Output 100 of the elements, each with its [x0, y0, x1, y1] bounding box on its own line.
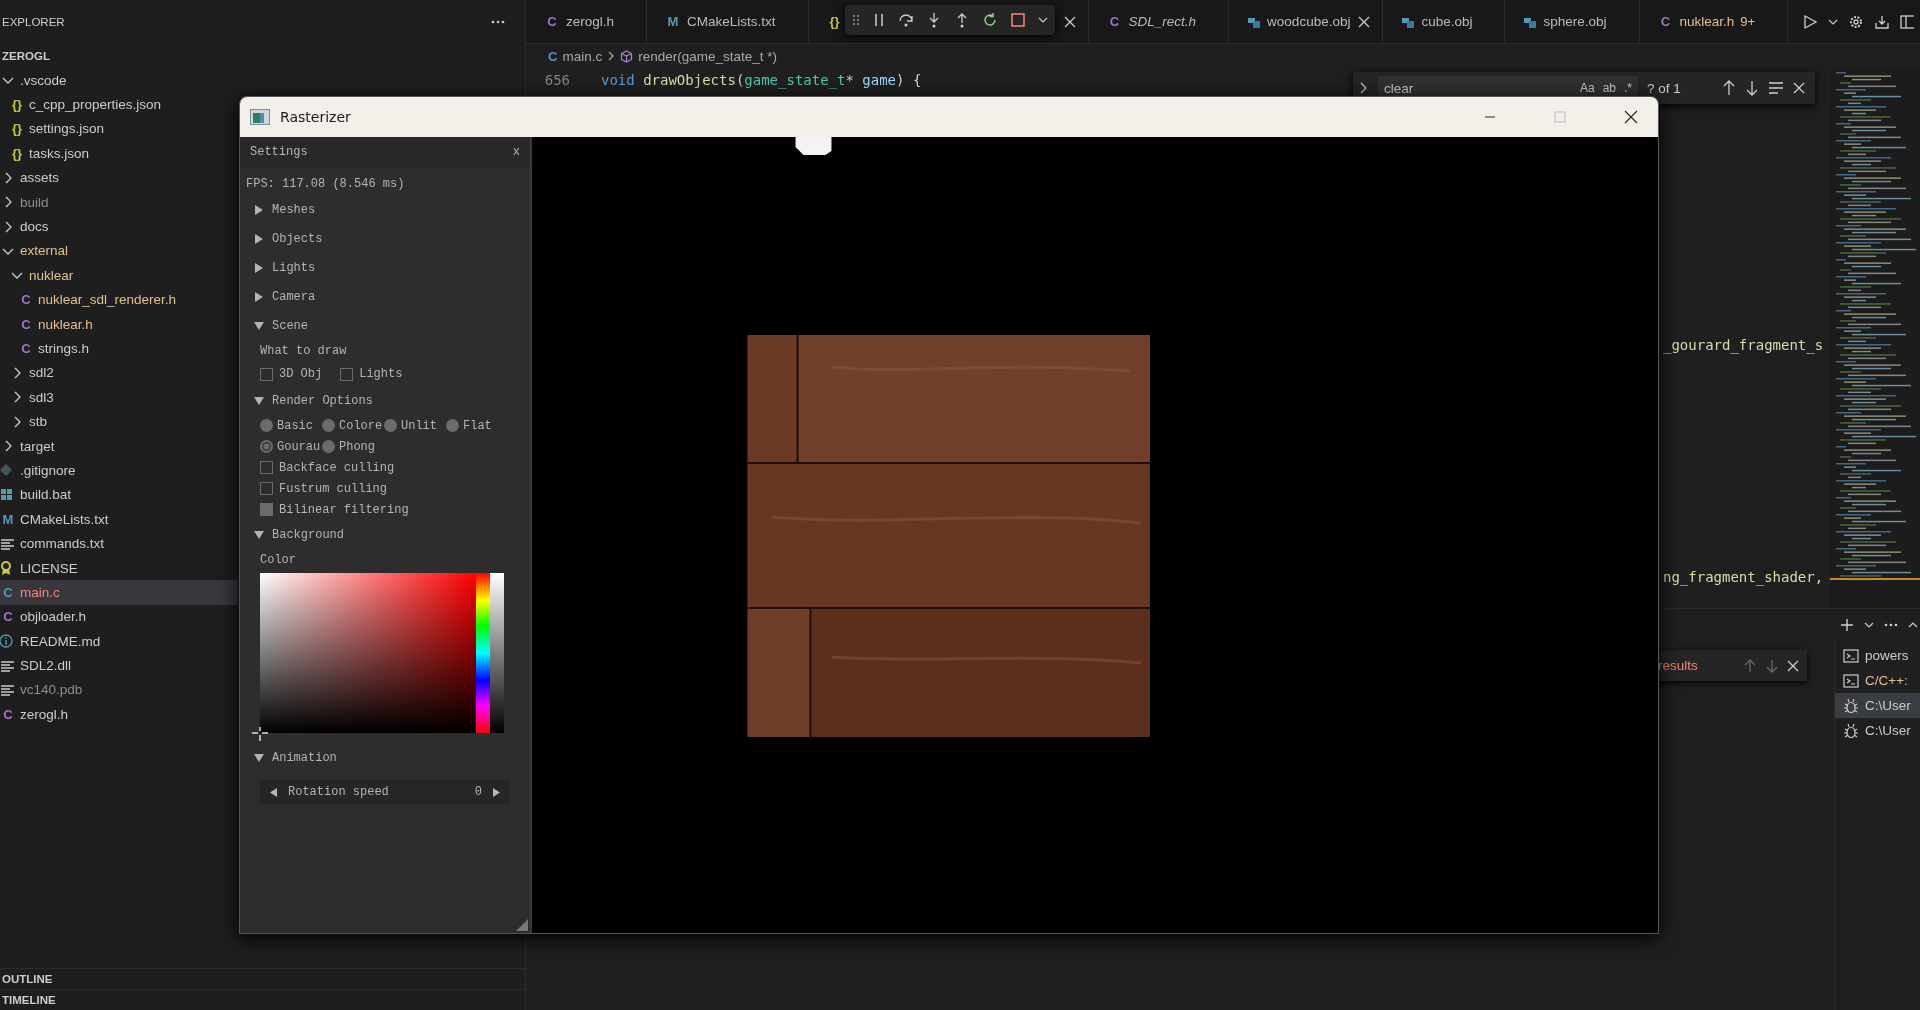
- radio-option[interactable]: Colore: [322, 418, 384, 433]
- search-option[interactable]: .*: [1624, 81, 1632, 95]
- file-name: stb: [29, 414, 47, 430]
- breadcrumb-item[interactable]: main.c: [562, 48, 603, 64]
- tree-item[interactable]: build: [0, 189, 238, 215]
- file-type-icon: C: [0, 584, 16, 600]
- tree-item[interactable]: .vscode: [0, 68, 238, 93]
- code-line: ng_fragment_shader,: [1663, 568, 1824, 587]
- file-name: build: [20, 194, 49, 210]
- tree-item[interactable]: nuklear: [0, 263, 238, 288]
- file-type-icon: C: [18, 292, 34, 308]
- file-name: nuklear: [29, 267, 74, 283]
- editor-tab[interactable]: M CMakeLists.txt: [647, 0, 809, 43]
- section-title: Lights: [272, 260, 316, 275]
- editor-tab[interactable]: C SDL_rect.h: [1088, 0, 1230, 43]
- explorer-title: EXPLORER: [2, 16, 66, 28]
- file-name: SDL2.dll: [20, 658, 72, 674]
- file-name: tasks.json: [29, 145, 90, 161]
- tree-item[interactable]: {} settings.json: [0, 116, 238, 142]
- section-header[interactable]: Render Options: [246, 386, 524, 415]
- section-header[interactable]: Animation: [246, 743, 524, 772]
- terminal-item[interactable]: powers: [1835, 643, 1920, 668]
- number-stepper[interactable]: Rotation speed 0: [260, 780, 510, 804]
- window-title: Rasterizer: [280, 109, 351, 125]
- radio-option[interactable]: Flat: [446, 418, 508, 433]
- checkbox[interactable]: Lights: [340, 363, 403, 385]
- tree-item[interactable]: C objloader.h: [0, 604, 238, 629]
- terminal-item[interactable]: C/C++:: [1835, 668, 1920, 693]
- tree-item[interactable]: commands.txt: [0, 531, 238, 556]
- workspace-title[interactable]: ZEROGL: [0, 44, 525, 68]
- editor-tab[interactable]: woodcube.obj: [1229, 0, 1384, 43]
- panel-header[interactable]: TIMELINE: [0, 989, 525, 1010]
- result-count: results: [1658, 658, 1699, 673]
- section-header[interactable]: Camera: [246, 282, 524, 311]
- editor-tab[interactable]: C zerogl.h: [526, 0, 648, 43]
- file-name: nuklear_sdl_renderer.h: [38, 292, 177, 308]
- section-header[interactable]: Scene: [246, 311, 524, 340]
- tree-item[interactable]: .gitignore: [0, 458, 238, 483]
- file-name: objloader.h: [20, 609, 87, 625]
- radio-label: Flat: [463, 418, 492, 433]
- search-option[interactable]: Aa: [1579, 81, 1595, 95]
- section-header[interactable]: Meshes: [246, 195, 524, 224]
- file-type-icon: M: [0, 511, 16, 527]
- tree-item[interactable]: README.md: [0, 629, 238, 654]
- tree-item[interactable]: external: [0, 238, 238, 264]
- section-title: Meshes: [272, 202, 316, 217]
- tree-item[interactable]: target: [0, 433, 238, 459]
- file-name: settings.json: [29, 121, 105, 137]
- close-button[interactable]: x: [512, 145, 520, 159]
- checkbox[interactable]: Backface culling: [246, 457, 524, 478]
- breadcrumb-item[interactable]: render(game_state_t *): [638, 48, 777, 64]
- tree-item[interactable]: stb: [0, 409, 238, 434]
- tree-item[interactable]: C main.c: [0, 580, 238, 605]
- terminal-item[interactable]: C:\User: [1835, 718, 1920, 743]
- file-name: zerogl.h: [20, 706, 69, 722]
- radio-option[interactable]: Basic: [260, 418, 322, 433]
- fps-readout: FPS: 117.08 (8.546 ms): [246, 176, 406, 193]
- file-name: vc140.pdb: [20, 682, 83, 698]
- tree-item[interactable]: C strings.h: [0, 336, 238, 361]
- section-header[interactable]: Lights: [246, 253, 524, 282]
- radio-label: Basic: [277, 418, 313, 433]
- tree-item[interactable]: C zerogl.h: [0, 702, 238, 727]
- tree-item[interactable]: sdl3: [0, 385, 238, 410]
- file-type-icon: C: [0, 706, 16, 722]
- terminal-label: C:\User: [1865, 698, 1911, 713]
- section-header[interactable]: Objects: [246, 224, 524, 253]
- file-name: nuklear.h: [38, 316, 93, 332]
- line-number: 656: [543, 72, 570, 88]
- radio-option[interactable]: Phong: [322, 439, 384, 454]
- editor-tab[interactable]: sphere.obj: [1505, 0, 1640, 43]
- file-name: main.c: [20, 584, 60, 600]
- code-line: _gourard_fragment_s: [1663, 336, 1824, 355]
- tree-item[interactable]: C nuklear_sdl_renderer.h: [0, 287, 238, 312]
- panel-header[interactable]: OUTLINE: [0, 968, 525, 989]
- editor-tab[interactable]: cube.obj: [1383, 0, 1506, 43]
- tree-item[interactable]: build.bat: [0, 482, 238, 508]
- file-type-icon: M: [665, 14, 682, 29]
- tree-item[interactable]: LICENSE: [0, 555, 238, 581]
- file-type-icon: {}: [826, 14, 843, 29]
- section-title: Animation: [272, 750, 337, 765]
- radio-option[interactable]: Unlit: [384, 418, 446, 433]
- tree-item[interactable]: vc140.pdb: [0, 677, 238, 703]
- radio-option[interactable]: Gourau: [260, 439, 322, 454]
- checkbox[interactable]: Bilinear filtering: [246, 499, 524, 520]
- editor-tab[interactable]: C nuklear.h 9+: [1639, 0, 1789, 43]
- tree-item[interactable]: {} c_cpp_properties.json: [0, 92, 238, 117]
- tree-item[interactable]: assets: [0, 165, 238, 190]
- tree-item[interactable]: sdl2: [0, 360, 238, 386]
- file-name: sdl2: [29, 365, 54, 381]
- tree-item[interactable]: SDL2.dll: [0, 653, 238, 678]
- tree-item[interactable]: M CMakeLists.txt: [0, 507, 238, 532]
- tree-item[interactable]: {} tasks.json: [0, 141, 238, 166]
- file-type-icon: C: [18, 316, 34, 332]
- section-header[interactable]: Background: [246, 520, 524, 549]
- search-option[interactable]: ab: [1602, 81, 1616, 95]
- checkbox[interactable]: 3D Obj: [260, 363, 323, 385]
- terminal-item[interactable]: C:\User: [1835, 693, 1920, 718]
- tree-item[interactable]: C nuklear.h: [0, 311, 238, 337]
- tree-item[interactable]: docs: [0, 214, 238, 239]
- checkbox[interactable]: Fustrum culling: [246, 478, 524, 499]
